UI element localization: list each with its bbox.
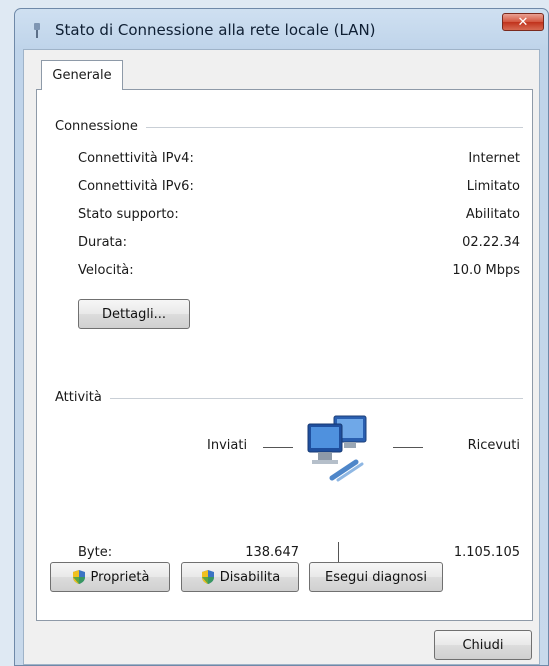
bytes-label: Byte: [78,545,113,560]
ipv4-label: Connettività IPv4: [78,151,194,166]
activity-group-divider [55,398,523,399]
security-shield-icon [201,570,214,584]
tab-label: Generale [52,68,112,83]
properties-button-label: Proprietà [90,569,150,585]
duration-label: Durata: [78,235,128,250]
speed-value: 10.0 Mbps [452,263,520,278]
tab-panel-generale: Connessione Connettività IPv4: Internet … [36,89,533,621]
sent-label: Inviati [207,438,248,453]
tab-generale[interactable]: Generale [41,60,123,90]
diagnose-button[interactable]: Esegui diagnosi [309,562,443,592]
ipv6-value: Limitato [466,179,520,194]
media-state-value: Abilitato [465,207,520,222]
network-plug-icon [34,23,40,38]
media-state-label: Stato supporto: [78,207,179,222]
close-button-label: Chiudi [462,637,504,653]
details-button-label: Dettagli... [101,306,167,322]
details-button[interactable]: Dettagli... [78,299,190,329]
sent-connector-line [263,447,293,448]
connection-section-title: Connessione [55,119,146,134]
bytes-sent-value: 138.647 [245,545,299,560]
disable-button-label: Disabilita [219,569,281,585]
window-client-area: Generale Connessione Connettività IPv4: … [23,49,540,665]
close-icon: ✕ [517,14,529,30]
title-bar[interactable]: Stato di Connessione alla rete locale (L… [15,9,548,49]
bytes-received-value: 1.105.105 [453,545,520,560]
network-computers-icon [307,415,367,482]
window-title: Stato di Connessione alla rete locale (L… [55,21,376,39]
security-shield-icon [72,570,85,584]
duration-value: 02.22.34 [462,235,520,250]
close-window-button[interactable]: ✕ [502,13,544,31]
disable-button[interactable]: Disabilita [181,562,299,592]
ipv4-value: Internet [468,151,520,166]
ipv6-label: Connettività IPv6: [78,179,194,194]
close-button[interactable]: Chiudi [434,630,532,660]
properties-button[interactable]: Proprietà [50,562,170,592]
connection-status-window: Stato di Connessione alla rete locale (L… [14,8,549,666]
diagnose-button-label: Esegui diagnosi [325,569,427,585]
activity-section-title: Attività [55,390,110,405]
received-label: Ricevuti [467,438,520,453]
received-connector-line [393,447,423,448]
speed-label: Velocità: [78,263,134,278]
